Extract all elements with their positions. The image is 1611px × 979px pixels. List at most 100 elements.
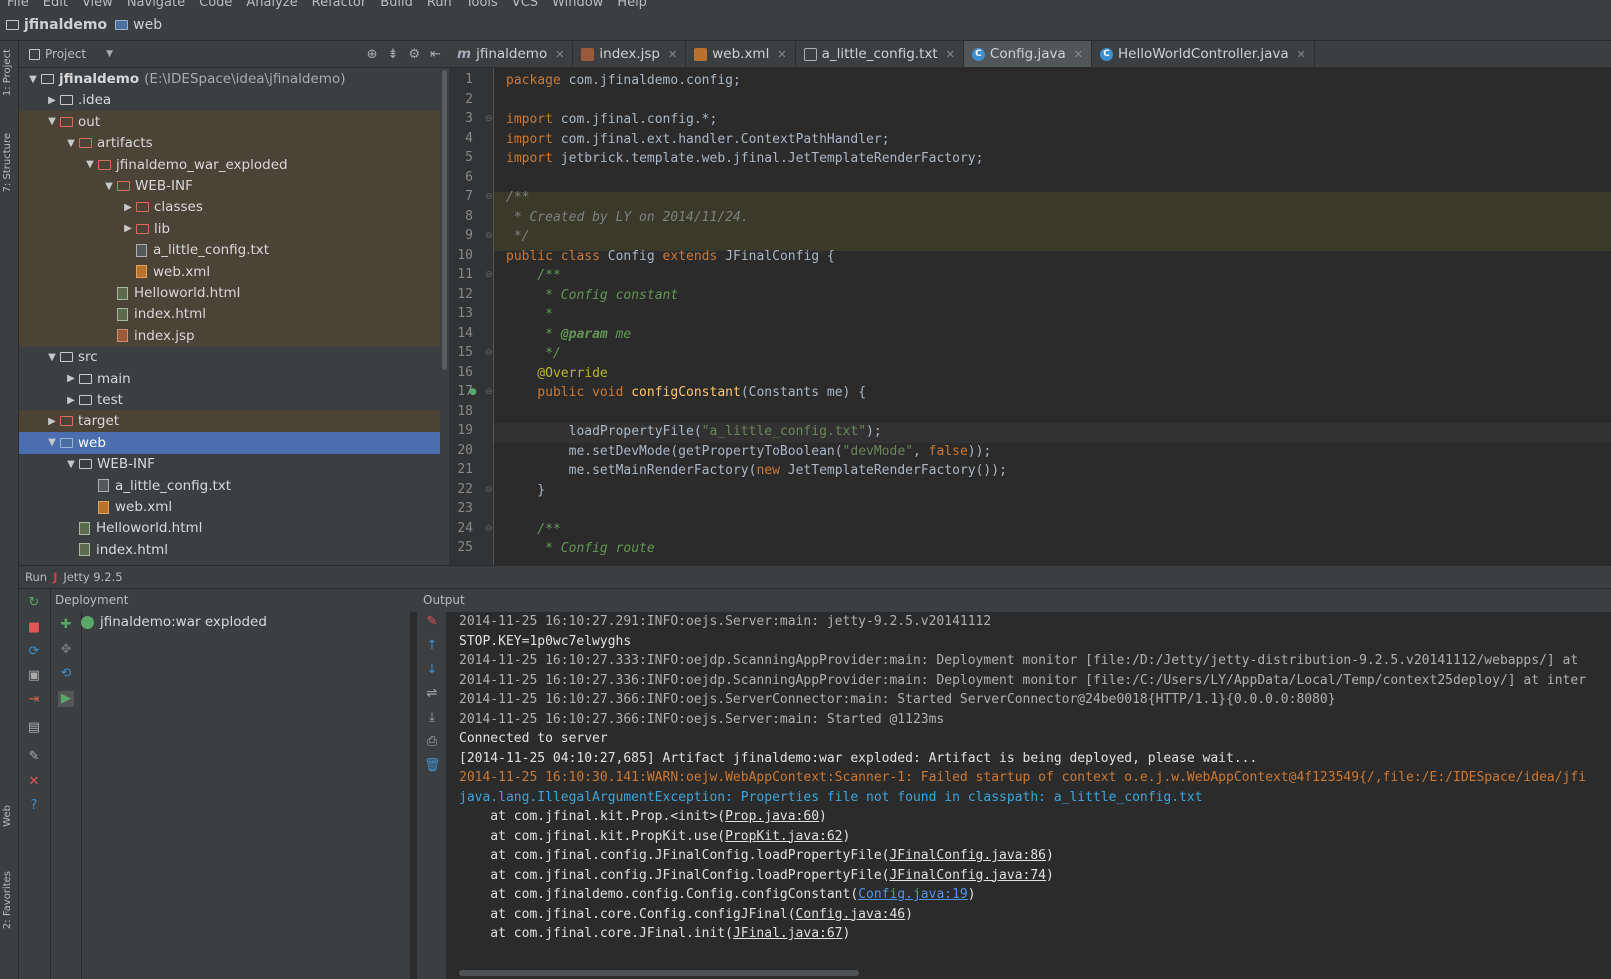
fold-marker-icon[interactable]: ⊖ [485,270,493,280]
editor-tab[interactable]: C Config.java ✕ [963,41,1093,67]
expanded-arrow-icon[interactable]: ▼ [44,116,60,127]
close-tab-icon[interactable]: ✕ [777,48,786,61]
tree-item[interactable]: ▶ lib [19,217,440,240]
tree-item[interactable]: ▼ jfinaldemo_war_exploded [19,153,440,176]
tree-item[interactable]: ▼ out [19,110,440,133]
menu-run[interactable]: Run [427,0,452,10]
stop-icon[interactable]: ■ [26,620,42,636]
menu-vcs[interactable]: VCS [512,0,538,10]
override-marker-icon[interactable]: ● [469,387,477,397]
undeploy-icon[interactable]: ✥ [58,642,74,658]
collapse-all-icon[interactable]: ⇟ [388,47,399,62]
fold-marker-icon[interactable]: ⊖ [485,114,493,124]
editor-tab[interactable]: C HelloWorldController.java ✕ [1092,41,1315,67]
tree-item[interactable]: web.xml [19,260,440,283]
print-icon[interactable]: ⎙ [424,734,440,750]
stacktrace-link[interactable]: JFinal.java:67 [733,926,843,941]
clear-output-icon[interactable]: ✎ [424,614,440,630]
tree-item[interactable]: a_little_config.txt [19,475,440,497]
breadcrumb-folder[interactable]: web [115,17,162,33]
close-tab-icon[interactable]: ✕ [1297,48,1306,61]
tree-scrollbar-thumb[interactable] [442,70,447,370]
menu-edit[interactable]: Edit [43,0,68,10]
stacktrace-link[interactable]: JFinalConfig.java:74 [889,868,1046,883]
expanded-arrow-icon[interactable]: ▼ [101,181,117,192]
dump-threads-icon[interactable]: ▣ [26,668,42,684]
settings-gear-icon[interactable]: ⚙ [408,47,420,62]
tree-item[interactable]: a_little_config.txt [19,239,440,262]
fold-marker-icon[interactable]: ⊖ [485,387,493,397]
stacktrace-link[interactable]: PropKit.java:62 [725,829,842,844]
stacktrace-link[interactable]: Config.java:46 [796,907,906,922]
update-icon[interactable]: ⟳ [26,644,42,660]
fold-marker-icon[interactable]: ⊖ [485,485,493,495]
menu-analyze[interactable]: Analyze [246,0,297,10]
tree-scrollbar[interactable] [440,68,449,565]
artifact-icon[interactable]: ▶ [58,691,74,707]
editor-tab[interactable]: m jfinaldemo ✕ [449,41,574,67]
tree-item[interactable]: index.jsp [19,324,440,347]
close-tab-icon[interactable]: ✕ [1074,48,1083,61]
tree-item[interactable]: Helloworld.html [19,282,440,304]
tree-item[interactable]: ▼ WEB-INF [19,175,440,197]
stacktrace-link[interactable]: JFinalConfig.java:86 [889,848,1046,863]
collapsed-arrow-icon[interactable]: ▶ [44,95,60,106]
editor-tab[interactable]: web.xml ✕ [686,41,796,67]
view-dropdown-arrow-icon[interactable]: ▼ [106,49,113,59]
close-tab-icon[interactable]: ✕ [946,48,955,61]
fold-marker-icon[interactable]: ⊖ [485,524,493,534]
expanded-arrow-icon[interactable]: ▼ [44,352,60,363]
soft-wrap-icon[interactable]: ⇌ [424,686,440,702]
tree-item[interactable]: ▼ jfinaldemo (E:\IDESpace\idea\jfinaldemo) [19,68,440,90]
help-icon[interactable]: ? [26,798,42,814]
trash-icon[interactable]: 🗑 [424,758,441,774]
menu-navigate[interactable]: Navigate [127,0,185,10]
pin-icon[interactable]: ✎ [26,749,42,765]
scroll-from-source-icon[interactable]: ⊕ [367,47,378,62]
favorites-tool-tab[interactable]: 2: Favorites [2,871,13,929]
fold-marker-icon[interactable]: ⊖ [485,192,493,202]
tree-item[interactable]: web.xml [19,496,440,518]
menu-window[interactable]: Window [552,0,603,10]
menu-build[interactable]: Build [380,0,413,10]
menu-view[interactable]: View [82,0,113,10]
tree-item[interactable]: ▼ WEB-INF [19,453,440,475]
fold-marker-icon[interactable]: ⊖ [485,348,493,358]
breadcrumb-project[interactable]: jfinaldemo [6,17,107,33]
hide-panel-icon[interactable]: ⇤ [430,47,441,62]
tree-item[interactable]: Helloworld.html [19,517,440,539]
tree-item[interactable]: index.html [19,303,440,326]
deploy-icon[interactable]: ✚ [58,617,74,633]
stacktrace-link[interactable]: Prop.java:60 [725,809,819,824]
expanded-arrow-icon[interactable]: ▼ [63,138,79,149]
tree-item[interactable]: ▼ web [19,431,440,454]
tree-item[interactable]: ▶ main [19,368,440,390]
editor-tab[interactable]: index.jsp ✕ [573,41,687,67]
close-tab-icon[interactable]: ✕ [555,48,564,61]
web-tool-tab[interactable]: Web [2,805,13,827]
expanded-arrow-icon[interactable]: ▼ [63,459,79,470]
tree-item[interactable]: ▶ .idea [19,89,440,111]
down-arrow-icon[interactable]: ↓ [424,662,440,678]
collapsed-arrow-icon[interactable]: ▶ [63,373,79,384]
deployment-item[interactable]: jfinaldemo:war exploded [81,611,267,633]
tree-item[interactable]: index.html [19,539,440,561]
close-tab-icon[interactable]: ✕ [668,48,677,61]
menu-help[interactable]: Help [617,0,647,10]
refresh-icon[interactable]: ⟲ [58,666,74,682]
editor-tab[interactable]: a_little_config.txt ✕ [796,41,964,67]
tree-item[interactable]: ▶ target [19,410,440,433]
layout-icon[interactable]: ▤ [26,720,42,736]
tree-item[interactable]: ▼ src [19,346,440,368]
project-tool-tab[interactable]: 1: Project [2,49,13,96]
collapsed-arrow-icon[interactable]: ▶ [63,395,79,406]
up-arrow-icon[interactable]: ↑ [424,638,440,654]
tree-item[interactable]: ▼ artifacts [19,132,440,155]
close-icon[interactable]: ✕ [26,774,42,790]
output-horizontal-scrollbar[interactable] [447,967,1611,979]
menu-code[interactable]: Code [199,0,232,10]
fold-marker-icon[interactable]: ⊖ [485,231,493,241]
menu-tools[interactable]: Tools [466,0,498,10]
tree-item[interactable]: ▶ classes [19,196,440,219]
collapsed-arrow-icon[interactable]: ▶ [120,202,136,213]
